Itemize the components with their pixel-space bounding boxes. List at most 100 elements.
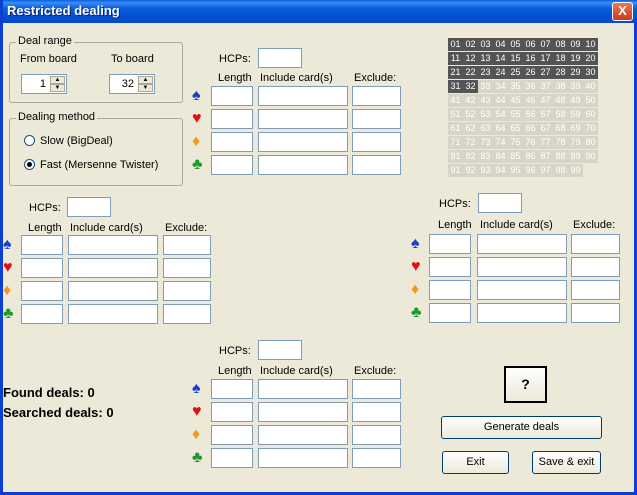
board-cell[interactable]: 57 [538,108,553,121]
board-cell[interactable]: 45 [508,94,523,107]
board-cell[interactable]: 15 [508,52,523,65]
north-diamond-exclude-input[interactable] [352,132,401,152]
board-cell[interactable]: 54 [493,108,508,121]
board-cell[interactable]: 01 [448,38,463,51]
board-cell[interactable]: 58 [553,108,568,121]
board-cell[interactable]: 30 [583,66,598,79]
north-spade-include-input[interactable] [258,86,348,106]
south-heart-length-input[interactable] [211,402,253,422]
south-club-exclude-input[interactable] [352,448,401,468]
west-diamond-include-input[interactable] [68,281,158,301]
board-cell[interactable]: 95 [508,164,523,177]
board-cell[interactable]: 48 [553,94,568,107]
generate-deals-button[interactable]: Generate deals [441,416,602,439]
north-spade-exclude-input[interactable] [352,86,401,106]
board-cell[interactable]: 35 [508,80,523,93]
east-diamond-exclude-input[interactable] [571,280,620,300]
board-cell[interactable]: 37 [538,80,553,93]
board-cell[interactable]: 85 [508,150,523,163]
spin-up-icon[interactable]: ▲ [138,76,153,84]
board-cell[interactable]: 09 [568,38,583,51]
board-cell[interactable]: 03 [478,38,493,51]
board-cell[interactable]: 87 [538,150,553,163]
board-cell[interactable]: 75 [508,136,523,149]
help-button[interactable]: ? [504,366,547,403]
board-cell[interactable]: 38 [553,80,568,93]
south-diamond-include-input[interactable] [258,425,348,445]
board-cell[interactable]: 70 [583,122,598,135]
south-hcps-input[interactable] [258,340,302,360]
north-club-length-input[interactable] [211,155,253,175]
board-cell[interactable]: 52 [463,108,478,121]
board-cell[interactable]: 40 [583,80,598,93]
board-cell[interactable]: 93 [478,164,493,177]
east-diamond-include-input[interactable] [477,280,567,300]
board-cell[interactable]: 79 [568,136,583,149]
board-cell[interactable]: 31 [448,80,463,93]
north-club-exclude-input[interactable] [352,155,401,175]
east-heart-include-input[interactable] [477,257,567,277]
north-spade-length-input[interactable] [211,86,253,106]
board-cell[interactable]: 29 [568,66,583,79]
south-diamond-length-input[interactable] [211,425,253,445]
east-club-include-input[interactable] [477,303,567,323]
board-cell[interactable]: 06 [523,38,538,51]
board-cell[interactable]: 90 [583,150,598,163]
north-heart-include-input[interactable] [258,109,348,129]
close-button[interactable]: X [612,2,633,21]
board-cell[interactable]: 10 [583,38,598,51]
board-cell[interactable]: 46 [523,94,538,107]
board-cell[interactable]: 36 [523,80,538,93]
west-diamond-length-input[interactable] [21,281,63,301]
board-cell[interactable]: 56 [523,108,538,121]
board-cell[interactable]: 92 [463,164,478,177]
board-cell[interactable]: 13 [478,52,493,65]
board-cell[interactable]: 34 [493,80,508,93]
board-cell[interactable]: 66 [523,122,538,135]
board-cell[interactable]: 68 [553,122,568,135]
board-cell[interactable]: 16 [523,52,538,65]
east-spade-length-input[interactable] [429,234,471,254]
board-cell[interactable]: 62 [463,122,478,135]
board-cell[interactable]: 27 [538,66,553,79]
spin-up-icon[interactable]: ▲ [50,76,65,84]
east-diamond-length-input[interactable] [429,280,471,300]
radio-fast-mersenne[interactable] [24,159,35,170]
east-spade-include-input[interactable] [477,234,567,254]
north-diamond-include-input[interactable] [258,132,348,152]
board-cell[interactable]: 89 [568,150,583,163]
board-cell[interactable]: 94 [493,164,508,177]
board-cell[interactable]: 65 [508,122,523,135]
board-cell[interactable]: 21 [448,66,463,79]
south-diamond-exclude-input[interactable] [352,425,401,445]
board-cell[interactable]: 86 [523,150,538,163]
board-cell[interactable]: 77 [538,136,553,149]
board-cell[interactable]: 99 [568,164,583,177]
east-spade-exclude-input[interactable] [571,234,620,254]
board-cell[interactable]: 07 [538,38,553,51]
board-cell[interactable]: 71 [448,136,463,149]
board-cell[interactable]: 22 [463,66,478,79]
west-hcps-input[interactable] [67,197,111,217]
board-cell[interactable]: 41 [448,94,463,107]
north-club-include-input[interactable] [258,155,348,175]
board-cell[interactable]: 28 [553,66,568,79]
west-diamond-exclude-input[interactable] [163,281,211,301]
east-heart-length-input[interactable] [429,257,471,277]
board-cell[interactable]: 63 [478,122,493,135]
board-cell[interactable]: 81 [448,150,463,163]
board-cell[interactable]: 91 [448,164,463,177]
west-heart-length-input[interactable] [21,258,63,278]
board-cell[interactable]: 51 [448,108,463,121]
board-cell[interactable]: 17 [538,52,553,65]
board-cell[interactable]: 19 [568,52,583,65]
to-board-spinner[interactable]: 32 ▲ ▼ [109,74,155,94]
west-club-exclude-input[interactable] [163,304,211,324]
board-cell[interactable]: 98 [553,164,568,177]
board-cell[interactable]: 50 [583,94,598,107]
west-club-length-input[interactable] [21,304,63,324]
board-cell[interactable]: 80 [583,136,598,149]
south-heart-include-input[interactable] [258,402,348,422]
board-cell[interactable]: 33 [478,80,493,93]
save-exit-button[interactable]: Save & exit [532,451,601,474]
